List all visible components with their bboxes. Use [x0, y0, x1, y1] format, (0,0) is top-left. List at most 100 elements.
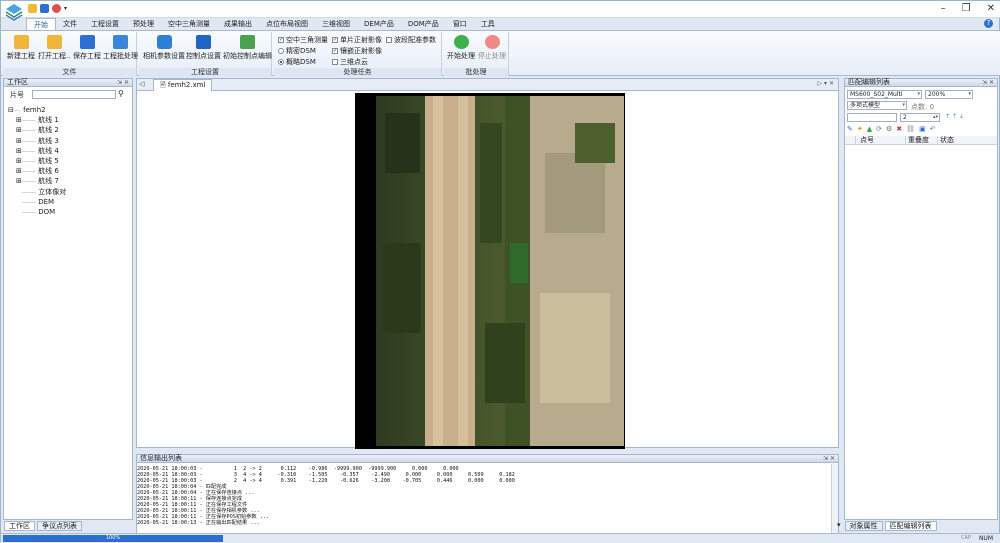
points-count: 点数: 0 — [911, 103, 935, 111]
restore-icon[interactable]: ❐ — [962, 3, 971, 14]
close-project-icon[interactable] — [52, 4, 61, 13]
filter-icon[interactable]: ⚙ — [886, 125, 892, 133]
tree-item-route6[interactable]: ⊞—— 航线 6 — [8, 166, 66, 176]
precise-dsm-radio[interactable]: 精密DSM — [278, 46, 316, 56]
link-icon[interactable]: ⛓ — [906, 125, 915, 133]
tab-file[interactable]: 文件 — [56, 18, 84, 30]
workspace-panel: 工作区 ⇲ ✕ 片号 ⚲ ⊟— femh2 ⊞—— 航线 1 ⊞—— 航线 2 … — [3, 78, 133, 520]
zoom-select[interactable]: 200% ▾ — [925, 90, 973, 99]
tab-3d-view[interactable]: 三维视图 — [315, 18, 357, 30]
tree-item-route1[interactable]: ⊞—— 航线 1 — [8, 115, 66, 125]
close-icon[interactable]: ✕ — [987, 3, 995, 14]
rough-dsm-radio[interactable]: 概略DSM — [278, 57, 316, 67]
process-group-title: 处理任务 — [274, 68, 441, 76]
col-overlap[interactable]: 重叠度 — [905, 136, 937, 144]
tab-tools[interactable]: 工具 — [474, 18, 502, 30]
batch-icon — [113, 35, 128, 49]
output-pin-close-icon[interactable]: ⇲ ✕ — [823, 455, 835, 462]
tab-disputed-points[interactable]: 争议点列表 — [37, 521, 82, 531]
save-points-icon[interactable]: ▣ — [919, 125, 926, 133]
process-group: ✓ 空中三角测量 ✓ 单片正射影像 波段配准参数 精密DSM ✓ 镶嵌正射影像 概略D… — [274, 32, 442, 76]
scroll-down-icon[interactable]: ▾ — [835, 521, 843, 531]
start-process-button[interactable]: 开始处理 — [447, 35, 475, 61]
points-table-header: 点号 重叠度 状态 — [845, 136, 997, 145]
undo-icon[interactable]: ↶ — [930, 125, 936, 133]
tab-point-layout[interactable]: 点位布局视图 — [259, 18, 315, 30]
tab-window[interactable]: 窗口 — [446, 18, 474, 30]
tab-home[interactable]: 开始 — [26, 18, 56, 30]
tab-dem[interactable]: DEM产品 — [357, 18, 401, 30]
tree-item-dom[interactable]: —— DOM — [8, 207, 66, 217]
tab-project-settings[interactable]: 工程设置 — [84, 18, 126, 30]
open-folder-icon[interactable] — [28, 4, 37, 13]
tree-item-route4[interactable]: ⊞—— 航线 4 — [8, 146, 66, 156]
tree-item-stereo[interactable]: —— 立体像对 — [8, 187, 66, 197]
single-ortho-check[interactable]: ✓ 单片正射影像 — [332, 35, 382, 45]
output-log: 2020-05-21 18:00:03 - 1 2 -> 2 0.112 -0.… — [137, 464, 515, 526]
tab-object-properties[interactable]: 对象属性 — [844, 521, 883, 531]
col-status[interactable]: 状态 — [937, 136, 967, 144]
model-select[interactable]: 多项式模型 ▾ — [847, 101, 907, 110]
workspace-bottom-tabs: 工作区 争议点列表 — [4, 521, 82, 531]
delete-point-icon[interactable]: ✖ — [896, 125, 902, 133]
mosaic-ortho-check[interactable]: ✓ 镶嵌正射影像 — [332, 46, 382, 56]
play-icon — [453, 35, 469, 49]
tab-output[interactable]: 成果输出 — [217, 18, 259, 30]
project-tree: ⊟— femh2 ⊞—— 航线 1 ⊞—— 航线 2 ⊞—— 航线 3 ⊞—— … — [8, 105, 66, 217]
help-icon[interactable]: ? — [984, 19, 993, 28]
log-line: 2020-05-21 18:00:13 - 正在输出匹配结果 ... — [137, 520, 260, 526]
tab-aerial-triangulation[interactable]: 空中三角测量 — [161, 18, 217, 30]
tab-workspace[interactable]: 工作区 — [4, 521, 35, 531]
save-icon[interactable] — [40, 4, 49, 13]
customize-qat-icon[interactable]: ▾ — [64, 4, 70, 13]
tab-preprocess[interactable]: 预处理 — [126, 18, 161, 30]
point-cloud-check[interactable]: 三维点云 — [332, 57, 368, 67]
aerial-triangulation-check[interactable]: ✓ 空中三角测量 — [278, 35, 328, 45]
initial-control-edit-button[interactable]: 初始控制点编辑 — [223, 35, 272, 61]
level-spinner[interactable]: 2 ▴▾ — [900, 113, 940, 122]
minimize-icon[interactable]: – — [941, 3, 946, 14]
ribbon: 新建工程 打开工程.. 保存工程 工程批处理 文件 相机参数设置 控制点设置 初… — [1, 30, 1000, 76]
doc-controls-icon[interactable]: ▷ ▾ ✕ — [818, 80, 834, 87]
band-registration-check[interactable]: 波段配准参数 — [386, 35, 436, 45]
new-project-button[interactable]: 新建工程 — [7, 35, 35, 61]
image-select[interactable]: MS600_S02_Multi ▾ — [847, 90, 922, 99]
tree-item-route5[interactable]: ⊞—— 航线 5 — [8, 156, 66, 166]
nav-arrows-icon[interactable]: ⇡ ⇡ ⇣ — [945, 113, 964, 120]
document-tabbar: ◁ 🗎 femh2.xml ▷ ▾ ✕ — [137, 79, 838, 91]
settings-group: 相机参数设置 控制点设置 初始控制点编辑 工程设置 — [139, 32, 272, 76]
match-pin-close-icon[interactable]: ⇲ ✕ — [982, 79, 994, 86]
tab-femh2-xml[interactable]: 🗎 femh2.xml — [153, 79, 213, 91]
app-logo-icon — [5, 4, 23, 21]
orthophoto-image[interactable] — [355, 93, 625, 449]
col-point-id[interactable]: 点号 — [855, 136, 905, 144]
tab-dom[interactable]: DOM产品 — [401, 18, 446, 30]
stop-process-button[interactable]: 停止处理 — [478, 35, 506, 61]
pick-point-icon[interactable]: ✎ — [847, 125, 853, 133]
tree-item-route7[interactable]: ⊞—— 航线 7 — [8, 176, 66, 186]
triangle-icon[interactable]: ▲ — [867, 125, 872, 133]
tree-item-dem[interactable]: —— DEM — [8, 197, 66, 207]
chevron-down-icon: ▾ — [968, 91, 971, 97]
scroll-left-icon[interactable]: ◁ — [139, 80, 144, 88]
refresh-icon[interactable]: ⟳ — [876, 125, 882, 133]
tree-root[interactable]: ⊟— femh2 — [8, 105, 66, 115]
pin-close-icon[interactable]: ⇲ ✕ — [117, 79, 129, 86]
tree-item-route3[interactable]: ⊞—— 航线 3 — [8, 136, 66, 146]
camera-params-button[interactable]: 相机参数设置 — [143, 35, 185, 61]
control-points-button[interactable]: 控制点设置 — [186, 35, 221, 61]
save-project-button[interactable]: 保存工程 — [73, 35, 101, 61]
search-input[interactable] — [32, 90, 116, 99]
caps-indicator: CAP — [961, 535, 971, 541]
binoculars-icon[interactable]: ⚲ — [118, 90, 128, 98]
match-toolbar: ✎ ✦ ▲ ⟳ ⚙ ✖ ⛓ ▣ ↶ — [847, 125, 936, 133]
tab-match-edit-list[interactable]: 匹配编辑列表 — [884, 521, 937, 531]
blank-select[interactable] — [847, 113, 897, 122]
tree-item-route2[interactable]: ⊞—— 航线 2 — [8, 125, 66, 135]
batch-project-button[interactable]: 工程批处理 — [103, 35, 138, 61]
right-bottom-tabs: ▾ 对象属性 匹配编辑列表 — [835, 521, 937, 531]
output-header: 信息输出列表 ⇲ ✕ — [136, 454, 839, 463]
chevron-down-icon: ▾ — [917, 91, 920, 97]
open-project-button[interactable]: 打开工程.. — [38, 35, 70, 61]
auto-match-icon[interactable]: ✦ — [857, 125, 863, 133]
